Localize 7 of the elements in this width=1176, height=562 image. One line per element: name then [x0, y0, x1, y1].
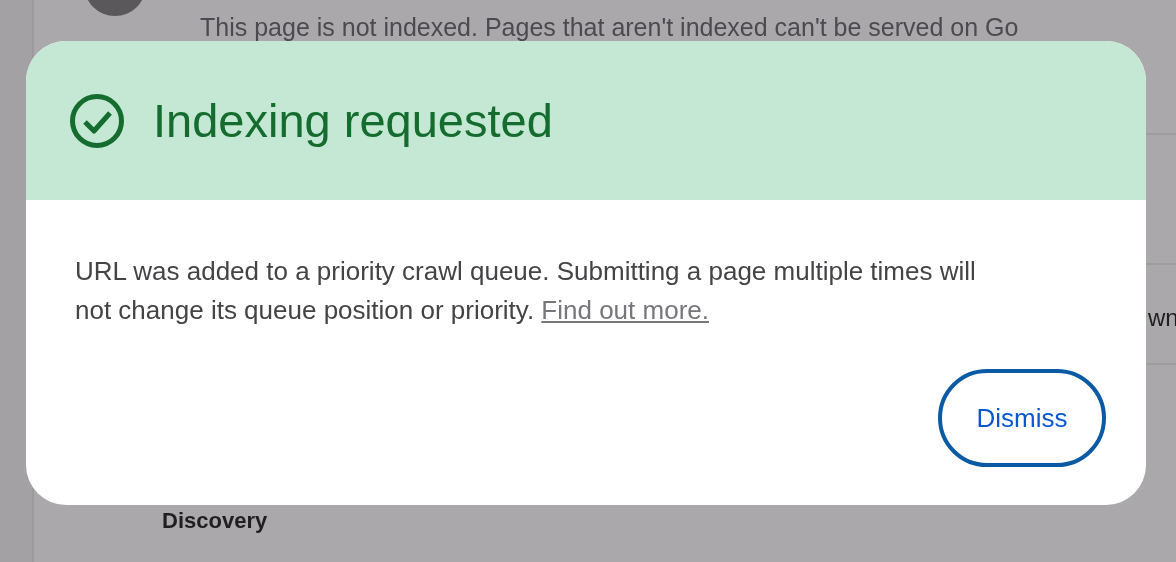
dialog-title: Indexing requested — [153, 93, 553, 148]
notice-text: This page is not indexed. Pages that aren't indexed can't be served on Go — [200, 12, 1020, 43]
learn-more-link[interactable]: Find out more. — [541, 295, 709, 325]
dismiss-button[interactable]: Dismiss — [938, 369, 1106, 467]
check-circle-icon — [69, 92, 125, 149]
section-heading: Discovery — [162, 507, 269, 535]
dialog-message: URL was added to a priority crawl queue. Submitting a page multiple times will not change its queue position or priority. Find out more. — [75, 255, 977, 327]
